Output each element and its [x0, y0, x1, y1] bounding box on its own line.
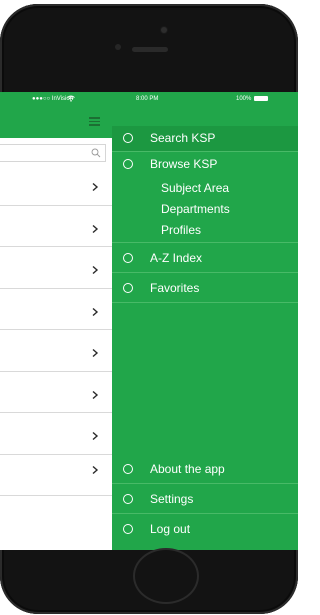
menu-item-label: A-Z Index	[150, 251, 203, 265]
circle-icon	[123, 494, 133, 504]
menu-item-label: Favorites	[150, 281, 200, 295]
list-item[interactable]	[0, 413, 112, 455]
search-input[interactable]	[2, 147, 92, 164]
list-item[interactable]	[0, 289, 112, 330]
circle-icon	[123, 253, 133, 263]
list-item[interactable]	[0, 247, 112, 289]
chevron-right-icon	[92, 265, 99, 275]
wifi-icon	[67, 95, 75, 102]
menu-toggle-icon[interactable]	[89, 117, 100, 126]
menu-item-label: About the app	[150, 462, 225, 476]
chevron-right-icon	[92, 224, 99, 233]
menu-item-log-out[interactable]: Log out	[112, 514, 298, 543]
menu-item-browse-ksp[interactable]: Browse KSP Subject Area Departments Prof…	[112, 152, 298, 243]
circle-icon	[123, 159, 133, 169]
list-item[interactable]	[0, 206, 112, 247]
proximity-sensor	[115, 44, 121, 50]
menu-item-label: Search KSP	[150, 131, 216, 145]
list-item[interactable]	[0, 330, 112, 372]
main-content	[0, 138, 112, 550]
chevron-right-icon	[92, 182, 99, 192]
menu-item-about-the-app[interactable]: About the app	[112, 454, 298, 484]
menu-item-search-ksp[interactable]: Search KSP	[112, 126, 298, 152]
battery-icon	[254, 96, 268, 101]
submenu-item-departments[interactable]: Departments	[161, 202, 230, 216]
battery-percent: 100%	[236, 96, 252, 102]
chevron-right-icon	[92, 431, 99, 441]
menu-item-label: Settings	[150, 492, 194, 506]
clock-label: 8:00 PM	[136, 96, 159, 102]
submenu-item-profiles[interactable]: Profiles	[161, 223, 201, 237]
circle-icon	[123, 464, 133, 474]
list-item[interactable]	[0, 164, 112, 206]
chevron-right-icon	[92, 348, 99, 358]
circle-icon	[123, 283, 133, 293]
home-button[interactable]	[133, 548, 199, 604]
circle-icon	[123, 133, 133, 143]
phone-frame: ●●●○○ InVision 8:00 PM 100% Search KSP B…	[0, 4, 298, 614]
menu-item-label: Browse KSP	[150, 157, 218, 171]
chevron-right-icon	[92, 390, 99, 399]
app-screen: ●●●○○ InVision 8:00 PM 100% Search KSP B…	[0, 92, 298, 550]
circle-icon	[123, 524, 133, 534]
side-menu: Search KSP Browse KSP Subject Area Depar…	[112, 126, 298, 550]
list-item[interactable]	[0, 372, 112, 413]
search-field[interactable]	[0, 144, 106, 164]
search-icon[interactable]	[91, 148, 101, 158]
front-camera	[161, 27, 167, 33]
submenu-item-subject-area[interactable]: Subject Area	[161, 181, 229, 195]
menu-item-label: Log out	[150, 522, 191, 536]
chevron-right-icon	[92, 465, 99, 474]
earpiece-speaker	[132, 47, 168, 52]
menu-item-settings[interactable]: Settings	[112, 484, 298, 514]
list-item[interactable]	[0, 455, 112, 496]
menu-item-favorites[interactable]: Favorites	[112, 273, 298, 303]
chevron-right-icon	[92, 307, 99, 316]
status-bar: ●●●○○ InVision 8:00 PM 100%	[0, 92, 298, 106]
menu-item-a-z-index[interactable]: A-Z Index	[112, 243, 298, 273]
